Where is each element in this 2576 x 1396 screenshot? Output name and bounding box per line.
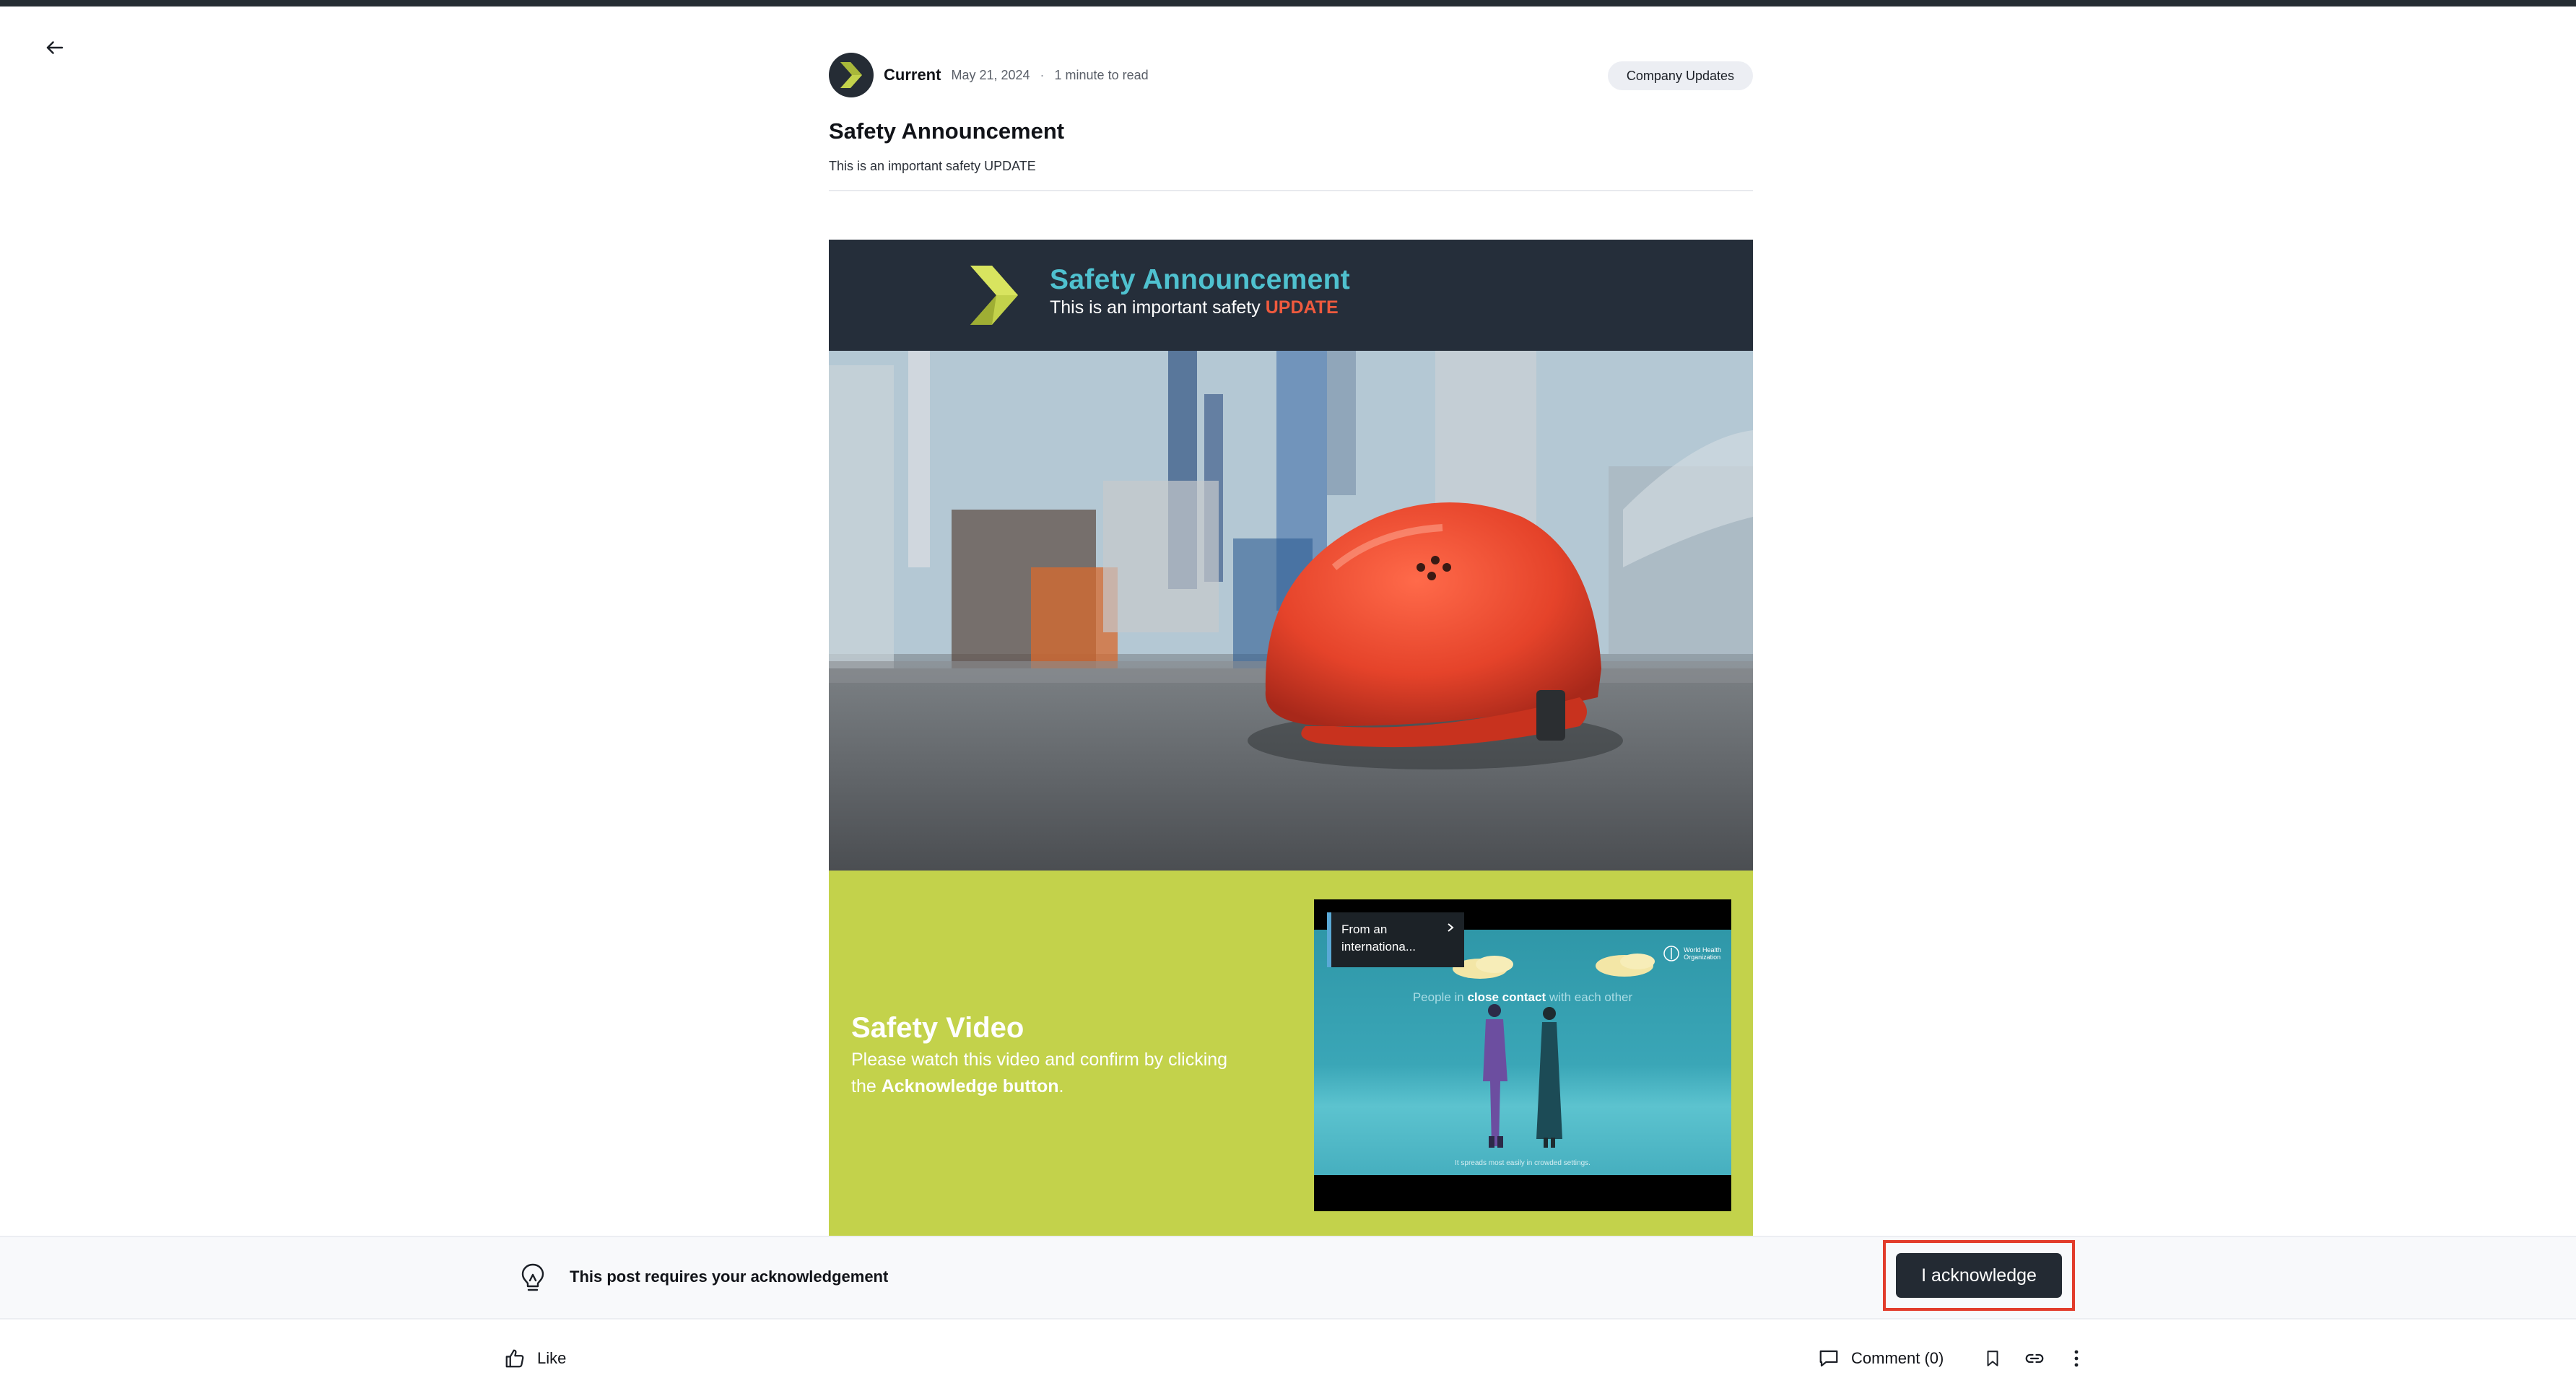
safety-video-section: Safety Video Please watch this video and… — [829, 871, 1753, 1236]
banner-subtitle: This is an important safety UPDATE — [1050, 297, 1339, 318]
comment-icon — [1819, 1350, 1838, 1367]
article-header: Current May 21, 2024 · 1 minute to read … — [829, 52, 1753, 191]
bookmark-icon — [1987, 1351, 1998, 1366]
post-subtitle: This is an important safety UPDATE — [829, 159, 1036, 173]
bookmark-button[interactable] — [1978, 1343, 2007, 1374]
acknowledge-highlight-box: I acknowledge — [1883, 1240, 2075, 1311]
header-divider — [829, 190, 1753, 191]
video-caption-suffix: with each other — [1546, 990, 1633, 1004]
who-logo-line1: World Health — [1684, 946, 1721, 954]
current-logo-icon — [840, 62, 862, 88]
author-avatar[interactable] — [829, 53, 874, 97]
post-title: Safety Announcement — [829, 118, 1065, 144]
video-chip-line2: internationa... — [1341, 940, 1417, 954]
like-label: Like — [537, 1349, 567, 1367]
back-button[interactable] — [38, 30, 72, 65]
post-meta: Current May 21, 2024 · 1 minute to read … — [829, 52, 1753, 98]
video-source-chip[interactable]: From an internationa... — [1327, 912, 1464, 967]
thumbs-up-icon — [505, 1349, 524, 1368]
hard-hat-photo — [829, 351, 1753, 871]
banner-title: Safety Announcement — [1050, 264, 1350, 295]
who-logo-line2: Organization — [1684, 954, 1721, 961]
acknowledgement-message: This post requires your acknowledgement — [570, 1268, 889, 1286]
banner-subtitle-text: This is an important safety — [1050, 297, 1266, 318]
video-subtitle: It spreads most easily in crowded settin… — [1455, 1159, 1591, 1167]
video-caption-bold: close contact — [1467, 990, 1546, 1004]
link-icon — [2025, 1353, 2044, 1364]
comment-button[interactable]: Comment (0) — [1818, 1343, 1944, 1374]
arrow-left-icon — [46, 41, 64, 54]
acknowledgement-bar: This post requires your acknowledgement … — [0, 1236, 2576, 1319]
acknowledge-button[interactable]: I acknowledge — [1896, 1253, 2062, 1298]
meta-separator: · — [1040, 67, 1045, 82]
video-caption-prefix: People in — [1412, 990, 1468, 1004]
more-options-button[interactable] — [2062, 1343, 2091, 1374]
who-emblem-icon — [1663, 946, 1679, 961]
like-button[interactable]: Like — [504, 1343, 566, 1374]
top-strip — [0, 0, 2576, 6]
chevron-logo-icon — [970, 266, 1018, 325]
read-time: 1 minute to read — [1054, 67, 1149, 82]
video-player[interactable]: From an internationa... World Health Org… — [1314, 899, 1731, 1211]
video-description: Please watch this video and confirm by c… — [851, 1047, 1256, 1100]
chevron-right-icon — [1448, 923, 1454, 932]
post-date: May 21, 2024 — [951, 67, 1030, 82]
copy-link-button[interactable] — [2020, 1343, 2049, 1374]
comment-label: Comment (0) — [1851, 1349, 1944, 1367]
banner-update-highlight: UPDATE — [1265, 297, 1339, 318]
category-tag[interactable]: Company Updates — [1607, 61, 1753, 90]
lightbulb-icon — [521, 1263, 544, 1291]
who-logo: World Health Organization — [1663, 946, 1721, 961]
hero-image-hard-hat — [829, 351, 1753, 871]
video-desc-end: . — [1058, 1076, 1064, 1096]
video-desc-bold: Acknowledge button — [881, 1076, 1059, 1096]
video-heading: Safety Video — [851, 1012, 1024, 1044]
more-vertical-icon — [2074, 1350, 2079, 1367]
author-name[interactable]: Current — [884, 66, 941, 84]
announcement-banner: Safety Announcement This is an important… — [829, 240, 1753, 351]
video-caption: People in close contact with each other — [1314, 990, 1731, 1005]
post-actions-bar: Like Comment (0) — [0, 1319, 2576, 1396]
